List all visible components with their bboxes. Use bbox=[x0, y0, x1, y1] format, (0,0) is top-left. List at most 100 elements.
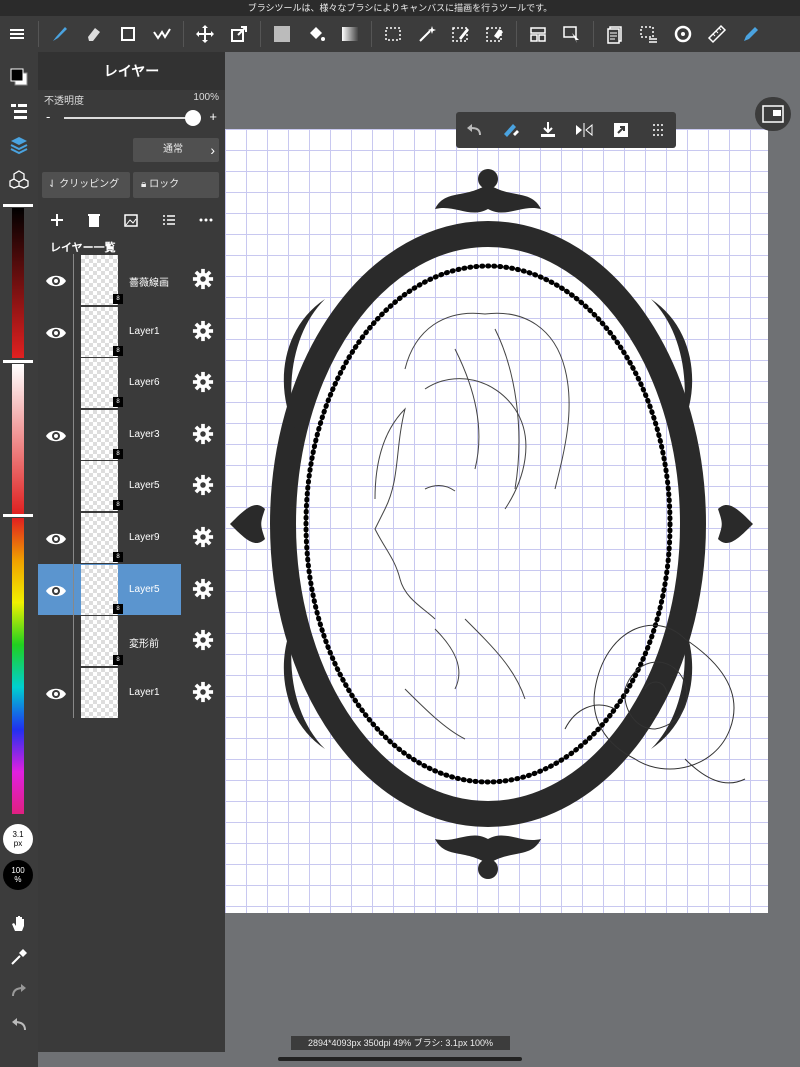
color-slider-knob[interactable] bbox=[3, 360, 33, 363]
layer-settings-gear-icon[interactable] bbox=[192, 371, 214, 393]
layer-image-icon[interactable] bbox=[123, 212, 139, 228]
select-eraser-icon[interactable] bbox=[478, 16, 512, 52]
visibility-eye-icon[interactable] bbox=[44, 424, 68, 448]
clipping-button[interactable]: ⇃ クリッピング bbox=[42, 172, 130, 198]
menu-icon[interactable] bbox=[0, 16, 34, 52]
brush-tool-icon[interactable] bbox=[43, 16, 77, 52]
bucket-tool-icon[interactable] bbox=[299, 16, 333, 52]
opacity-increase-button[interactable]: + bbox=[209, 109, 217, 124]
grid-dots-icon[interactable] bbox=[648, 120, 668, 140]
material-cube-icon[interactable] bbox=[6, 166, 32, 192]
fill-color-icon[interactable] bbox=[265, 16, 299, 52]
visibility-eye-icon[interactable] bbox=[44, 269, 68, 293]
snap-icon[interactable] bbox=[666, 16, 700, 52]
layer-bit-badge: 8 bbox=[113, 448, 123, 459]
layer-name: Layer1 bbox=[129, 325, 160, 337]
flip-icon[interactable] bbox=[574, 120, 594, 140]
ruler-icon[interactable] bbox=[700, 16, 734, 52]
add-layer-icon[interactable] bbox=[49, 212, 65, 228]
layer-settings-gear-icon[interactable] bbox=[192, 681, 214, 703]
layer-settings-gear-icon[interactable] bbox=[192, 320, 214, 342]
color-swatch-icon[interactable] bbox=[6, 64, 32, 90]
layer-row[interactable]: 8 薔薇線画 bbox=[38, 254, 225, 306]
operation-tool-icon[interactable] bbox=[555, 16, 589, 52]
layer-row[interactable]: 8 Layer1 bbox=[38, 305, 225, 358]
back-arrow-icon[interactable] bbox=[464, 120, 484, 140]
blend-mode-button[interactable]: 通常 › bbox=[133, 138, 219, 162]
pen-settings-icon[interactable] bbox=[734, 16, 768, 52]
drawing-canvas[interactable] bbox=[225, 129, 768, 913]
redo-icon[interactable] bbox=[6, 978, 32, 1004]
hand-icon[interactable] bbox=[6, 910, 32, 936]
saturation-slider[interactable] bbox=[12, 364, 24, 514]
layer-connector bbox=[73, 254, 74, 306]
brush-opacity-button[interactable]: 100% bbox=[3, 860, 33, 890]
download-icon[interactable] bbox=[538, 120, 558, 140]
beaded-oval bbox=[303, 263, 673, 785]
layer-list-icon[interactable] bbox=[6, 98, 32, 124]
hue-slider[interactable] bbox=[12, 518, 24, 814]
brush-size-button[interactable]: 3.1 px bbox=[3, 824, 33, 854]
layer-settings-gear-icon[interactable] bbox=[192, 629, 214, 651]
layer-row[interactable]: Layer1 bbox=[38, 666, 225, 719]
layer-list-menu-icon[interactable] bbox=[161, 212, 177, 228]
visibility-eye-icon[interactable] bbox=[44, 527, 68, 551]
lock-label: ロック bbox=[149, 179, 180, 190]
home-indicator bbox=[278, 1057, 522, 1061]
layers-icon[interactable] bbox=[6, 132, 32, 158]
opacity-slider-thumb[interactable] bbox=[185, 110, 201, 126]
frame-divide-icon[interactable] bbox=[521, 16, 555, 52]
opacity-label: 不透明度 bbox=[44, 96, 84, 107]
floating-toolbar bbox=[456, 112, 676, 148]
visibility-eye-icon[interactable] bbox=[44, 321, 68, 345]
layer-row[interactable]: 8 変形前 bbox=[38, 615, 225, 667]
visibility-eye-icon[interactable] bbox=[44, 579, 68, 603]
undo-icon[interactable] bbox=[6, 1012, 32, 1038]
transform-tool-icon[interactable] bbox=[222, 16, 256, 52]
opacity-slider[interactable] bbox=[64, 117, 198, 119]
opacity-decrease-button[interactable]: - bbox=[46, 109, 50, 124]
layer-settings-gear-icon[interactable] bbox=[192, 423, 214, 445]
layer-name: Layer3 bbox=[129, 428, 160, 440]
more-options-icon[interactable] bbox=[198, 212, 214, 228]
layer-row[interactable]: 8 Layer6 bbox=[38, 357, 225, 409]
visibility-eye-icon[interactable] bbox=[44, 682, 68, 706]
opacity-slider-row: - + bbox=[38, 106, 225, 130]
selection-menu-icon[interactable] bbox=[632, 16, 666, 52]
brush-size-unit: px bbox=[13, 839, 23, 848]
eraser-tool-icon[interactable] bbox=[77, 16, 111, 52]
panel-layout-icon bbox=[762, 105, 784, 123]
brush-size-value: 3.1 bbox=[12, 830, 24, 839]
layer-row[interactable]: 8 Layer3 bbox=[38, 408, 225, 461]
delete-layer-icon[interactable] bbox=[86, 212, 102, 228]
brightness-slider[interactable] bbox=[12, 208, 24, 358]
eyedropper-icon[interactable] bbox=[6, 944, 32, 970]
layer-settings-gear-icon[interactable] bbox=[192, 268, 214, 290]
layer-settings-gear-icon[interactable] bbox=[192, 526, 214, 548]
brush-eraser-icon[interactable] bbox=[501, 120, 521, 140]
layer-settings-gear-icon[interactable] bbox=[192, 474, 214, 496]
lock-button[interactable]: 🔒︎ ロック bbox=[133, 172, 219, 198]
clipping-icon: ⇃ bbox=[48, 179, 60, 190]
select-pen-icon[interactable] bbox=[444, 16, 478, 52]
magic-wand-icon[interactable] bbox=[410, 16, 444, 52]
move-tool-icon[interactable] bbox=[188, 16, 222, 52]
layer-row[interactable]: 8 Layer5 bbox=[38, 563, 225, 616]
layer-settings-gear-icon[interactable] bbox=[192, 578, 214, 600]
hue-slider-knob[interactable] bbox=[3, 514, 33, 517]
artwork bbox=[230, 169, 753, 879]
layer-row[interactable]: 8 Layer9 bbox=[38, 511, 225, 564]
lasso-tool-icon[interactable] bbox=[145, 16, 179, 52]
transform-icon[interactable] bbox=[611, 120, 631, 140]
select-rect-icon[interactable] bbox=[376, 16, 410, 52]
color-slider-knob[interactable] bbox=[3, 204, 33, 207]
material-icon[interactable] bbox=[598, 16, 632, 52]
toolbar-divider bbox=[38, 21, 39, 47]
opacity-value: 100% bbox=[193, 92, 219, 103]
shape-tool-icon[interactable] bbox=[111, 16, 145, 52]
gradient-tool-icon[interactable] bbox=[333, 16, 367, 52]
panel-toggle-button[interactable] bbox=[755, 97, 791, 131]
layer-name: Layer9 bbox=[129, 531, 160, 543]
layer-name: Layer5 bbox=[129, 480, 160, 492]
layer-row[interactable]: 8 Layer5 bbox=[38, 460, 225, 512]
